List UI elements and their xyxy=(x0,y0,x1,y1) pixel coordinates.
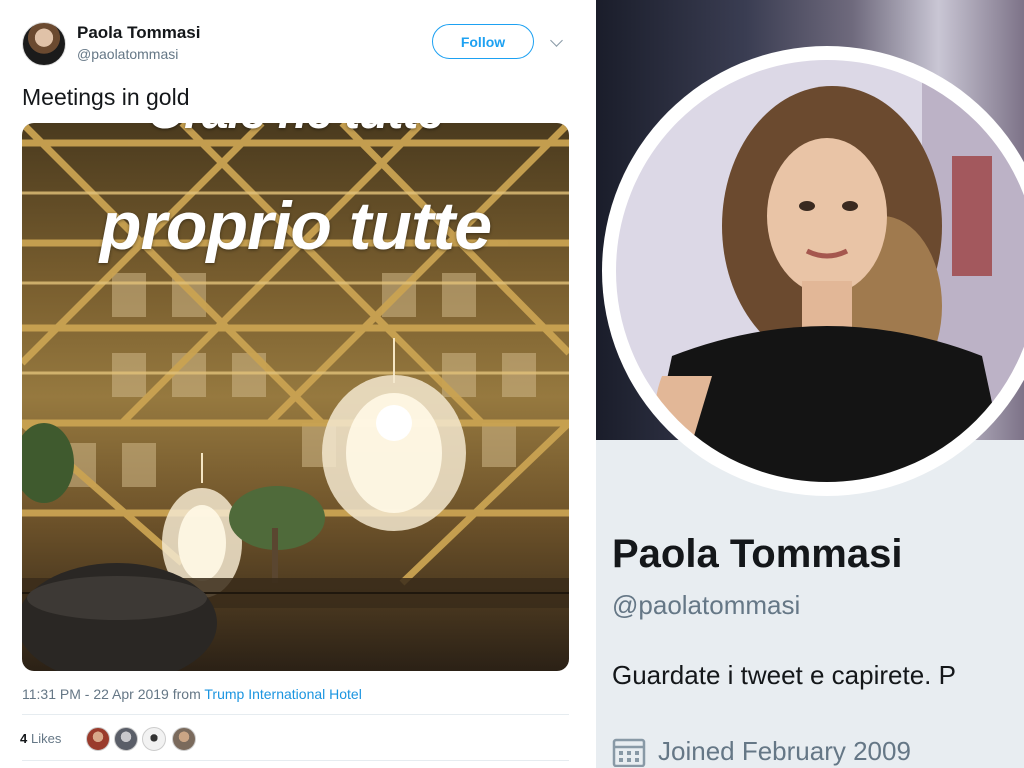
profile-avatar[interactable] xyxy=(602,46,1024,496)
profile-bio: Guardate i tweet e capirete. P xyxy=(612,660,956,690)
tweet-card: Paola Tommasi @paolatommasi Follow Meeti… xyxy=(0,0,590,768)
liker-avatar[interactable] xyxy=(86,727,110,751)
profile-handle: @paolatommasi xyxy=(612,590,801,620)
liker-avatar[interactable] xyxy=(114,727,138,751)
divider-top xyxy=(22,714,569,715)
liker-avatar[interactable] xyxy=(172,727,196,751)
joined-date-row: Joined February 2009 xyxy=(612,736,911,767)
likes-count[interactable]: 4 xyxy=(20,731,27,746)
tweet-timestamp[interactable]: 11:31 PM - 22 Apr 2019 xyxy=(22,686,169,702)
tweet-media-image[interactable]: Oraie ne tutte proprio tutte xyxy=(22,123,569,671)
media-caption-line1: Oraie ne tutte xyxy=(22,123,569,140)
profile-photo xyxy=(610,54,1024,488)
author-avatar[interactable] xyxy=(22,22,66,66)
profile-name: Paola Tommasi xyxy=(612,532,903,576)
tweet-place-link[interactable]: Trump International Hotel xyxy=(204,686,361,702)
follow-button[interactable]: Follow xyxy=(432,24,534,59)
tweet-text: Meetings in gold xyxy=(22,84,190,110)
calendar-icon xyxy=(612,738,646,767)
joined-date: Joined February 2009 xyxy=(658,736,911,766)
tweet-meta: 11:31 PM - 22 Apr 2019 from Trump Intern… xyxy=(22,686,362,702)
author-handle[interactable]: @paolatommasi xyxy=(77,46,178,62)
divider-bottom xyxy=(22,760,569,761)
media-caption-line2: proprio tutte xyxy=(99,188,492,264)
likes-label[interactable]: Likes xyxy=(31,731,61,746)
author-name[interactable]: Paola Tommasi xyxy=(77,23,200,43)
from-label: from xyxy=(172,686,201,702)
profile-header-crop: Paola Tommasi @paolatommasi Guardate i t… xyxy=(596,0,1024,768)
chevron-down-icon[interactable] xyxy=(550,34,563,47)
liker-avatar[interactable] xyxy=(142,727,166,751)
